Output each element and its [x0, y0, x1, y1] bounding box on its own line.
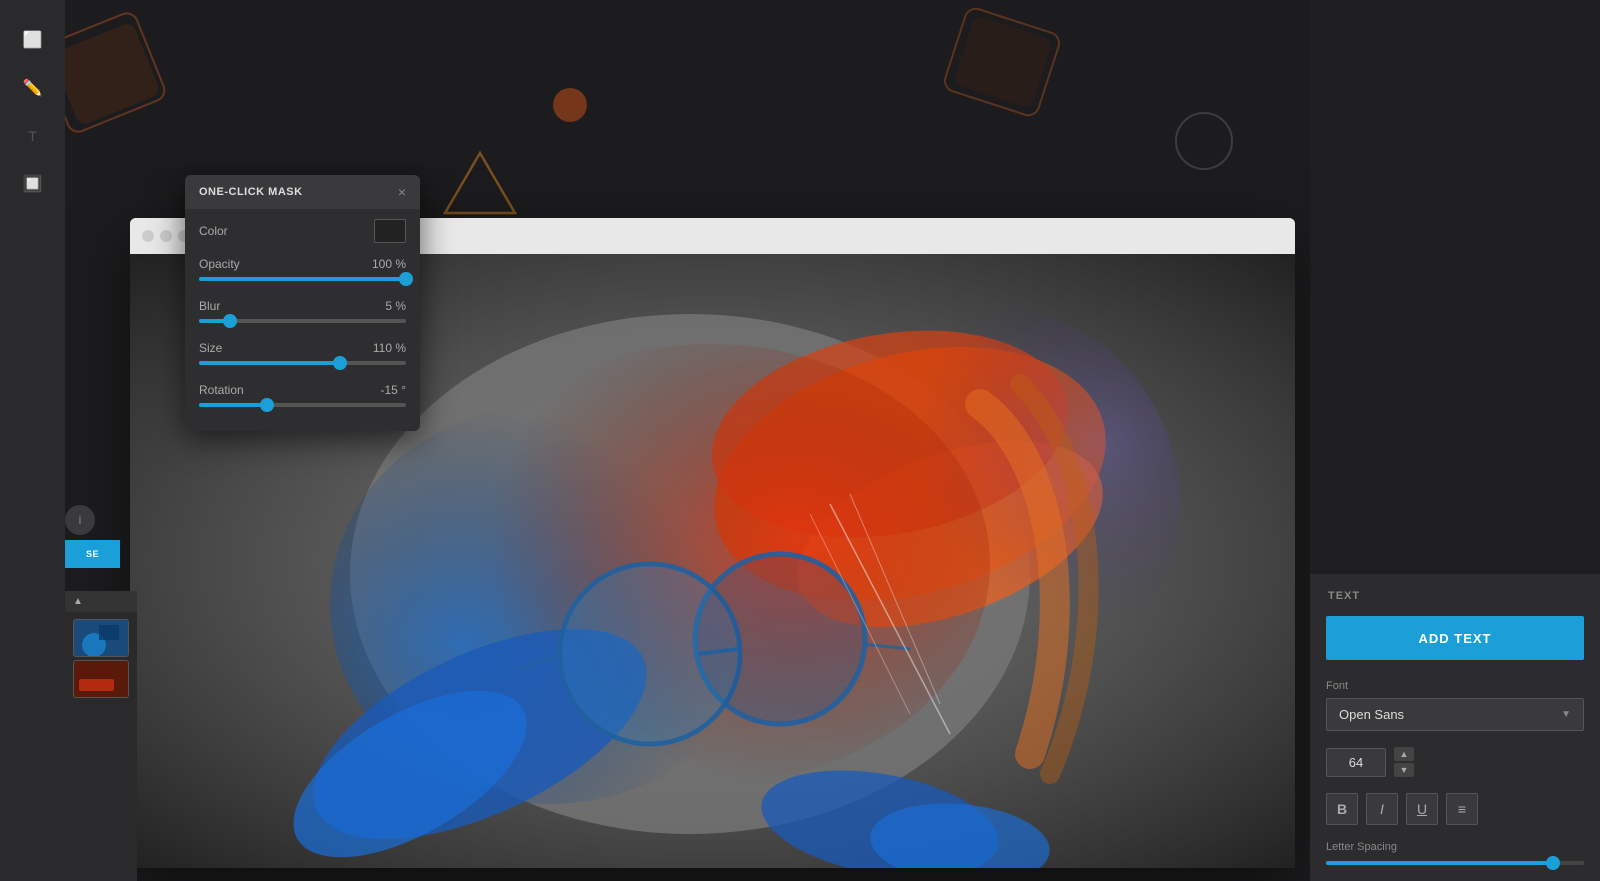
browser-dot-1	[142, 230, 154, 242]
mask-color-row: Color	[185, 209, 420, 247]
mask-size-value: 110 %	[373, 341, 406, 355]
text-format-row: B I U ≡	[1326, 793, 1584, 825]
mask-blur-value: 5 %	[385, 299, 406, 313]
mask-close-button[interactable]: ×	[398, 185, 406, 199]
mask-rotation-value: -15 °	[381, 383, 406, 397]
letter-spacing-slider[interactable]	[1326, 861, 1584, 865]
mask-color-label: Color	[199, 224, 228, 238]
sidebar-tool-2[interactable]: ✏️	[13, 68, 53, 108]
layer-panel-header[interactable]: ▲	[65, 591, 137, 612]
add-text-button[interactable]: ADD TEXT	[1326, 616, 1584, 660]
mask-opacity-slider[interactable]	[199, 277, 406, 281]
mask-opacity-fill	[199, 277, 406, 281]
letter-spacing-thumb[interactable]	[1546, 856, 1560, 870]
info-button[interactable]: i	[65, 505, 95, 535]
info-icon: i	[79, 513, 82, 527]
right-panel-bottom: TEXT ADD TEXT Font Open Sans ▼ 64 ▲ ▼ B …	[1310, 574, 1600, 881]
mask-size-row: Size 110 %	[185, 331, 420, 357]
mask-rotation-slider[interactable]	[199, 403, 406, 407]
mask-panel: ONE-CLICK MASK × Color Opacity 100 % Blu…	[185, 175, 420, 431]
mask-size-slider[interactable]	[199, 361, 406, 365]
mask-rotation-thumb[interactable]	[260, 398, 274, 412]
text-section-label: TEXT	[1326, 590, 1584, 602]
mask-blur-thumb[interactable]	[223, 314, 237, 328]
right-panel-top	[1310, 0, 1600, 574]
format-italic[interactable]: I	[1366, 793, 1398, 825]
font-section: Font Open Sans ▼	[1326, 680, 1584, 731]
mask-opacity-thumb[interactable]	[399, 272, 413, 286]
mask-rotation-label: Rotation	[199, 383, 244, 397]
font-size-stepper: ▲ ▼	[1394, 747, 1414, 777]
format-align[interactable]: ≡	[1446, 793, 1478, 825]
layer-thumb-2[interactable]	[73, 660, 129, 698]
mask-opacity-label: Opacity	[199, 257, 240, 271]
mask-blur-slider[interactable]	[199, 319, 406, 323]
font-dropdown-icon: ▼	[1561, 709, 1571, 720]
mask-panel-header: ONE-CLICK MASK ×	[185, 175, 420, 209]
layer-list	[65, 612, 137, 705]
format-bold[interactable]: B	[1326, 793, 1358, 825]
letter-spacing-label: Letter Spacing	[1326, 841, 1584, 853]
mask-rotation-fill	[199, 403, 267, 407]
browser-dot-2	[160, 230, 172, 242]
right-panel: TEXT ADD TEXT Font Open Sans ▼ 64 ▲ ▼ B …	[1310, 0, 1600, 881]
font-size-row: 64 ▲ ▼	[1326, 747, 1584, 777]
mask-rotation-row: Rotation -15 °	[185, 373, 420, 399]
mask-opacity-value: 100 %	[372, 257, 406, 271]
format-underline[interactable]: U	[1406, 793, 1438, 825]
sidebar-tool-4[interactable]: 🔲	[13, 164, 53, 204]
sidebar-tool-3[interactable]: T	[13, 116, 53, 156]
mask-size-fill	[199, 361, 340, 365]
font-select[interactable]: Open Sans ▼	[1326, 698, 1584, 731]
font-size-up[interactable]: ▲	[1394, 747, 1414, 761]
mask-blur-label: Blur	[199, 299, 220, 313]
mask-color-swatch[interactable]	[374, 219, 406, 243]
left-sidebar: ⬜ ✏️ T 🔲	[0, 0, 65, 881]
mask-size-label: Size	[199, 341, 222, 355]
mask-blur-row: Blur 5 %	[185, 289, 420, 315]
font-size-input[interactable]: 64	[1326, 748, 1386, 777]
mask-size-thumb[interactable]	[333, 356, 347, 370]
mask-panel-title: ONE-CLICK MASK	[199, 186, 303, 198]
font-value: Open Sans	[1339, 707, 1404, 722]
blue-side-button[interactable]: SE	[65, 540, 120, 568]
layer-panel: ▲	[65, 591, 137, 881]
font-size-down[interactable]: ▼	[1394, 763, 1414, 777]
font-label: Font	[1326, 680, 1584, 692]
layer-thumb-1[interactable]	[73, 619, 129, 657]
mask-opacity-row: Opacity 100 %	[185, 247, 420, 273]
sidebar-tool-1[interactable]: ⬜	[13, 20, 53, 60]
layer-panel-chevron: ▲	[73, 596, 83, 607]
letter-spacing-fill	[1326, 861, 1553, 865]
